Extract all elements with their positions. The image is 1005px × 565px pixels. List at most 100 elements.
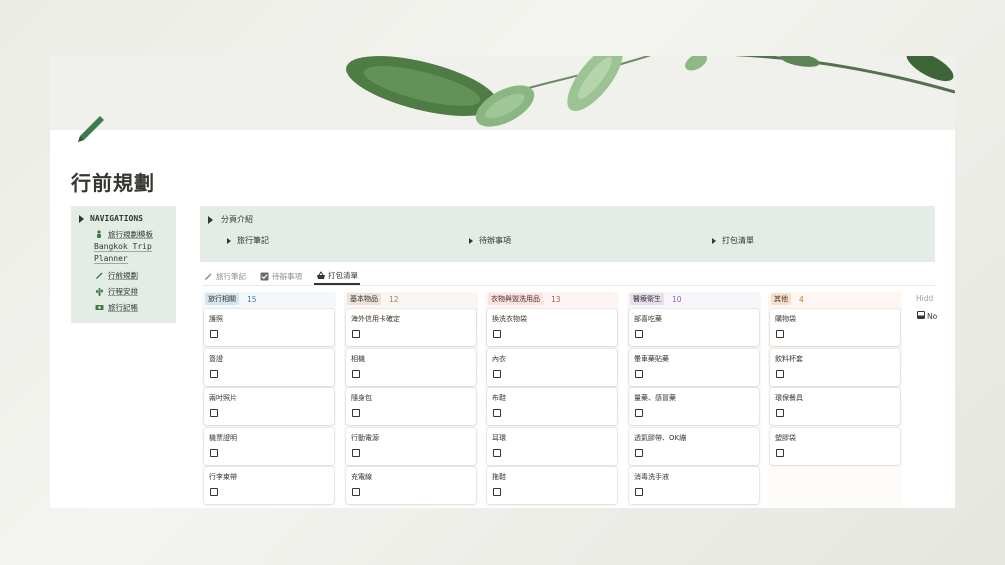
board-card[interactable]: 隨身包 (346, 388, 476, 425)
card-checkbox[interactable] (493, 369, 501, 378)
card-checkbox[interactable] (493, 488, 501, 496)
column-header[interactable]: 醫療衛生 10 (627, 292, 761, 306)
card-checkbox[interactable] (635, 448, 643, 457)
navigations-toggle[interactable]: NAVIGATIONS (79, 214, 143, 223)
column-header[interactable]: 衣物與盥洗用品 13 (485, 292, 619, 306)
column-header[interactable]: 基本物品 12 (344, 292, 478, 306)
column-group-tag: 基本物品 (347, 293, 381, 305)
tab-label: 打包清單 (328, 271, 358, 280)
board-card[interactable]: 護照 (204, 309, 334, 346)
card-title: 內衣 (492, 354, 506, 363)
board-card[interactable]: 飲料杯套 (770, 348, 900, 386)
board-card[interactable]: 部喜吃藥 (629, 309, 759, 346)
board-card[interactable]: 布鞋 (487, 388, 617, 425)
card-checkbox[interactable] (210, 330, 218, 338)
board-card[interactable]: 行李束帶 (204, 467, 334, 504)
category-intro-toggle[interactable]: 分頁介紹 (208, 214, 253, 225)
column-count: 4 (799, 294, 804, 304)
card-checkbox[interactable] (210, 448, 218, 457)
board-card[interactable]: 購物袋 (770, 309, 900, 346)
column-group-tag: 醫療衛生 (630, 293, 664, 305)
board-card[interactable]: 充電線 (346, 467, 476, 504)
column-header[interactable]: 旅行相關 15 (202, 292, 336, 306)
card-checkbox[interactable] (635, 369, 643, 378)
board-card[interactable]: 環保餐具 (770, 388, 900, 425)
card-checkbox[interactable] (210, 409, 218, 417)
card-title: 行李束帶 (209, 473, 237, 481)
nav-item-itinerary[interactable]: 行程安排 (95, 286, 138, 297)
nav-item-label: 行前規劃 (108, 271, 138, 280)
board-card[interactable]: 海外信用卡確定 (346, 309, 476, 346)
nav-item-pre-trip-planning[interactable]: 行前規劃 (95, 270, 138, 281)
tab-travel-notes[interactable]: 旅行筆記 (202, 268, 248, 285)
nav-item-travel-expenses[interactable]: 旅行記帳 (95, 302, 138, 313)
category-link-todo[interactable]: 待辦事項 (469, 235, 511, 246)
toggle-arrow-icon[interactable] (208, 215, 213, 224)
card-checkbox[interactable] (635, 409, 643, 417)
card-title: 透氣膠帶、OK繃 (634, 433, 687, 442)
board-card[interactable]: 暈車藥貼藥 (629, 348, 759, 386)
traveler-icon (95, 230, 104, 239)
column-header[interactable]: 其他 4 (768, 292, 902, 306)
board-column: 醫療衛生 10 部喜吃藥 暈車藥貼藥 量藥、感冒藥透氣膠帶、OK繃消毒洗手液 (627, 292, 761, 508)
board-card[interactable]: 消毒洗手液 (629, 467, 759, 504)
triangle-right-icon (227, 237, 231, 244)
card-list: 購物袋 飲料杯套 環保餐具 塑膠袋 (768, 309, 902, 465)
card-checkbox[interactable] (352, 448, 360, 457)
board-card[interactable]: 透氣膠帶、OK繃 (629, 427, 759, 465)
cactus-icon (95, 287, 104, 296)
board-card[interactable]: 機票證明 (204, 427, 334, 465)
hidden-groups-label[interactable]: Hidd (916, 294, 933, 303)
board-card[interactable]: 耳環 (487, 427, 617, 465)
card-checkbox[interactable] (493, 409, 501, 417)
nav-item-travel-template[interactable]: 旅行規劃模板 (95, 229, 153, 240)
board-card[interactable]: 塑膠袋 (770, 427, 900, 465)
card-title: 兩吋照片 (209, 394, 237, 402)
board-card[interactable]: 量藥、感冒藥 (629, 388, 759, 425)
card-checkbox[interactable] (352, 330, 360, 338)
card-list: 海外信用卡確定相機 隨身包 行動電源充電線 (344, 309, 478, 504)
board-card[interactable]: 內衣 (487, 348, 617, 386)
card-title: 充電線 (351, 473, 372, 481)
card-checkbox[interactable] (776, 369, 784, 378)
board-card[interactable]: 換洗衣物袋 (487, 309, 617, 346)
card-checkbox[interactable] (776, 330, 784, 338)
board-column: 衣物與盥洗用品 13 換洗衣物袋內衣布鞋 耳環 拖鞋 (485, 292, 619, 508)
column-count: 13 (551, 294, 561, 304)
navigations-callout: NAVIGATIONS 旅行規劃模板 Bangkok Trip Planner … (71, 206, 176, 323)
card-checkbox[interactable] (493, 330, 501, 338)
page-pencil-icon[interactable] (72, 112, 108, 148)
board-card[interactable]: 兩吋照片 (204, 388, 334, 425)
card-checkbox[interactable] (210, 369, 218, 378)
category-intro-callout: 分頁介紹 旅行筆記 待辦事項 打包清單 (200, 206, 935, 262)
tab-label: 待辦事項 (272, 272, 302, 281)
card-checkbox[interactable] (635, 488, 643, 496)
board-card[interactable]: 相機 (346, 348, 476, 386)
card-title: 海外信用卡確定 (351, 315, 400, 323)
category-link-packing-list[interactable]: 打包清單 (712, 235, 754, 246)
card-checkbox[interactable] (352, 369, 360, 378)
cover-image[interactable] (50, 56, 955, 130)
nav-item-bangkok-trip-planner[interactable]: Bangkok Trip Planner (94, 241, 152, 265)
card-checkbox[interactable] (352, 409, 360, 417)
card-checkbox[interactable] (493, 448, 501, 457)
tab-packing-list[interactable]: 打包清單 (314, 268, 360, 285)
tab-label: 旅行筆記 (216, 272, 246, 281)
toggle-arrow-icon[interactable] (79, 214, 84, 223)
basket-icon (316, 271, 325, 280)
card-checkbox[interactable] (776, 409, 784, 417)
card-checkbox[interactable] (210, 488, 218, 496)
column-count: 15 (247, 294, 257, 304)
board-card[interactable]: 拖鞋 (487, 467, 617, 504)
hidden-group-no[interactable]: No (917, 311, 937, 321)
board-column: 其他 4 購物袋 飲料杯套 環保餐具 塑膠袋 (768, 292, 902, 508)
board-card[interactable]: 行動電源 (346, 427, 476, 465)
notion-page: 行前規劃 NAVIGATIONS 旅行規劃模板 Bangkok Trip Pla… (50, 56, 955, 508)
tab-todo[interactable]: 待辦事項 (258, 268, 304, 285)
card-checkbox[interactable] (635, 330, 643, 338)
category-link-travel-notes[interactable]: 旅行筆記 (227, 235, 269, 246)
card-checkbox[interactable] (776, 448, 784, 457)
board-column: 基本物品 12 海外信用卡確定相機 隨身包 行動電源充電線 (344, 292, 478, 508)
card-checkbox[interactable] (352, 488, 360, 496)
board-card[interactable]: 簽證 (204, 348, 334, 386)
